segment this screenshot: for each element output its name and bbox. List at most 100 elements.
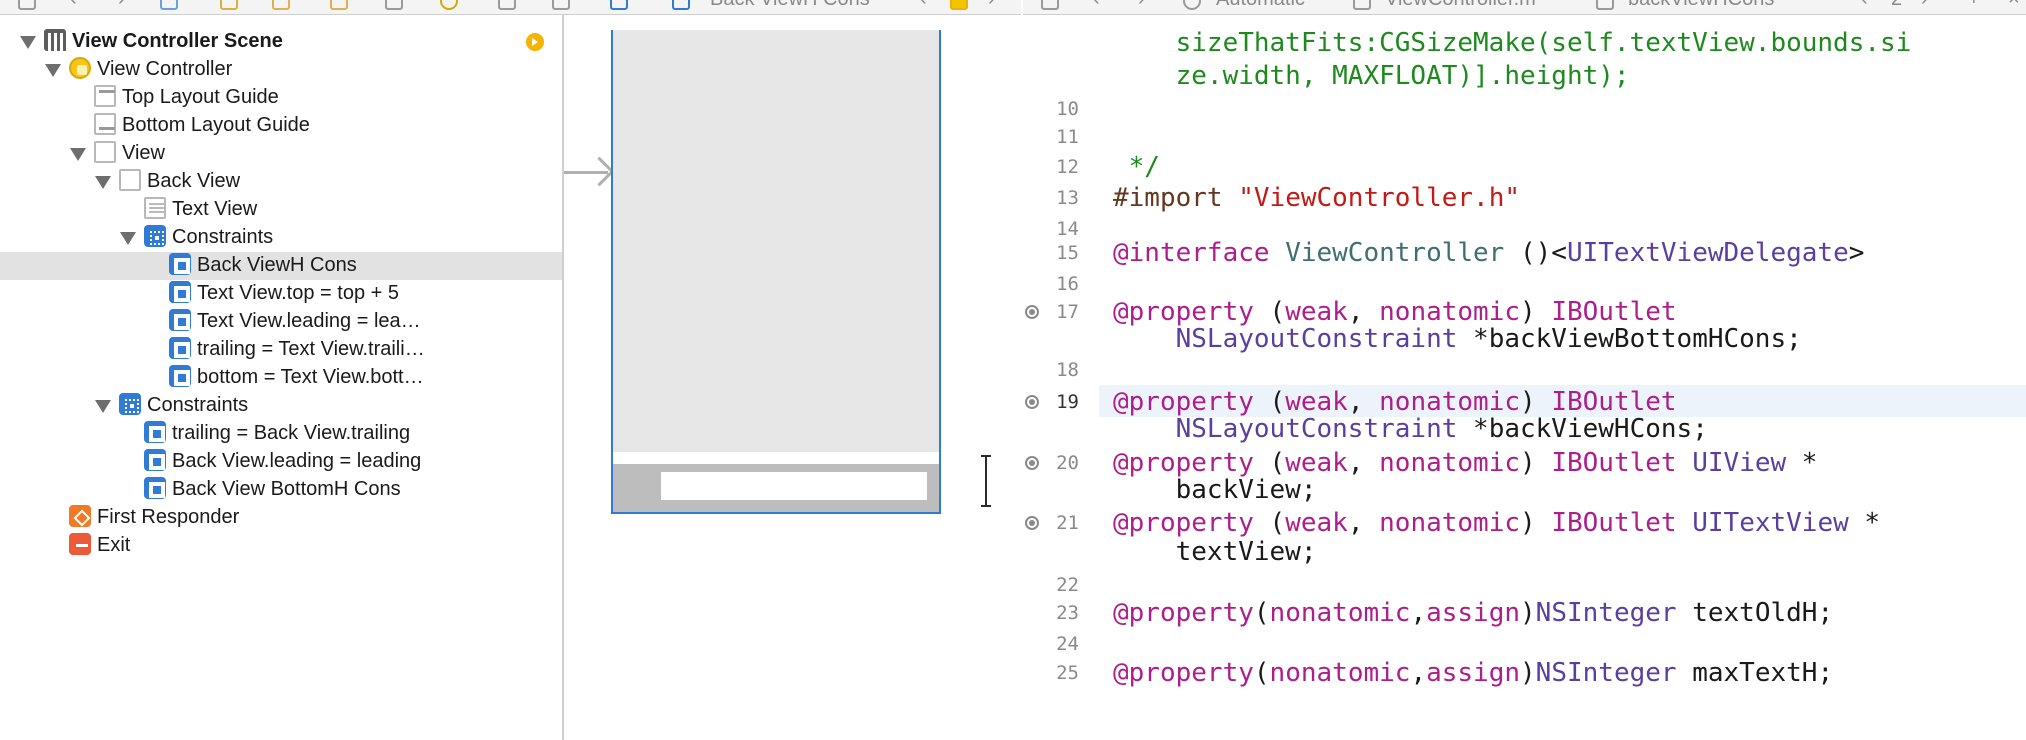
outline-row[interactable]: First Responder: [0, 504, 562, 532]
outline-row[interactable]: Text View: [0, 196, 562, 224]
back-view-breadcrumb-icon[interactable]: [552, 0, 570, 10]
view-controller-frame[interactable]: [611, 30, 941, 514]
constraints-breadcrumb-icon[interactable]: [610, 0, 628, 10]
forward-arrow-icon[interactable]: ›: [1138, 0, 1145, 11]
view-controller-breadcrumb-icon[interactable]: [440, 0, 458, 10]
related-items-icon[interactable]: [1041, 0, 1059, 10]
layout-guide-icon: [94, 113, 116, 135]
outline-row[interactable]: Bottom Layout Guide: [0, 112, 562, 140]
constraint-icon: [144, 421, 166, 443]
close-editor-icon[interactable]: ×: [2008, 0, 2020, 11]
outline-row-label: Back View BottomH Cons: [172, 478, 401, 500]
file-breadcrumb[interactable]: ViewController.m: [1385, 0, 1536, 11]
scene-breadcrumb-icon[interactable]: [385, 0, 403, 10]
outline-row[interactable]: Text View.leading = lea…: [0, 308, 562, 336]
outline-row[interactable]: Back ViewH Cons: [0, 252, 562, 280]
constraint-icon: [169, 309, 191, 331]
storyboard-file-icon[interactable]: [330, 0, 348, 10]
constraint-icon: [169, 365, 191, 387]
outline-row-label: Top Layout Guide: [122, 86, 279, 108]
automatic-icon[interactable]: [1183, 0, 1201, 10]
code-line: sizeThatFits:CGSizeMake(self.textView.bo…: [1113, 28, 1912, 58]
disclosure-triangle-icon[interactable]: [95, 176, 111, 189]
outline-row-label: trailing = Back View.trailing: [172, 422, 411, 444]
m-file-icon[interactable]: [1353, 0, 1371, 10]
project-icon[interactable]: [160, 0, 178, 10]
jump-bar-right: ‹ › Automatic ViewController.m backViewH…: [1023, 0, 2026, 15]
disclosure-triangle-icon[interactable]: [20, 36, 36, 49]
outline-row[interactable]: bottom = Text View.bott…: [0, 364, 562, 392]
assistant-mode[interactable]: Automatic: [1216, 0, 1305, 11]
outline-row[interactable]: Back View: [0, 168, 562, 196]
warning-icon[interactable]: [950, 0, 968, 10]
constraints-icon: [119, 393, 141, 415]
constraint-icon: [169, 281, 191, 303]
outline-row[interactable]: trailing = Text View.traili…: [0, 336, 562, 364]
outline-row-label: View Controller: [97, 58, 233, 80]
outline-row-label: Text View: [172, 198, 258, 220]
back-arrow-icon[interactable]: ‹: [1093, 0, 1100, 11]
line-number: 15: [1056, 242, 1079, 264]
prev-issue-icon[interactable]: ‹: [920, 0, 927, 11]
disclosure-triangle-icon[interactable]: [120, 232, 136, 245]
forward-arrow-icon[interactable]: ›: [118, 0, 125, 11]
storyboard-canvas[interactable]: [564, 15, 1021, 740]
constraint-icon: [144, 477, 166, 499]
back-arrow-icon[interactable]: ‹: [70, 0, 77, 11]
outline-row[interactable]: View: [0, 140, 562, 168]
view-controller-icon: [69, 57, 91, 79]
disclosure-triangle-icon[interactable]: [45, 64, 61, 77]
outline-row[interactable]: Back View BottomH Cons: [0, 476, 562, 504]
view-icon: [119, 169, 141, 191]
storyboard-icon[interactable]: [272, 0, 290, 10]
outline-row[interactable]: View Controller: [0, 56, 562, 84]
outline-row[interactable]: View Controller Scene: [0, 28, 562, 56]
go-to-scene-icon[interactable]: [526, 33, 544, 51]
next-counterpart-icon[interactable]: ›: [1921, 0, 1928, 11]
outline-row[interactable]: trailing = Back View.trailing: [0, 420, 562, 448]
outline-row[interactable]: Text View.top = top + 5: [0, 280, 562, 308]
line-number: 22: [1056, 574, 1079, 596]
outline-row-label: Constraints: [172, 226, 274, 248]
counterpart-count: 2: [1891, 0, 1902, 11]
resize-cursor-icon: [981, 455, 991, 507]
folder-icon[interactable]: [220, 0, 238, 10]
add-editor-icon[interactable]: +: [1968, 0, 1980, 11]
next-issue-icon[interactable]: ›: [988, 0, 995, 11]
outlet-connection-icon[interactable]: [1025, 456, 1039, 470]
symbol-breadcrumb[interactable]: backViewHCons: [1628, 0, 1774, 11]
constraint-breadcrumb-icon[interactable]: [672, 0, 690, 10]
text-view[interactable]: [661, 472, 927, 500]
view-icon: [94, 141, 116, 163]
outlet-connection-icon[interactable]: [1025, 516, 1039, 530]
outline-row-label: Text View.leading = lea…: [197, 310, 421, 332]
code-editor[interactable]: sizeThatFits:CGSizeMake(self.textView.bo…: [1023, 15, 2026, 740]
code-line: NSLayoutConstraint *backViewHCons;: [1175, 414, 1708, 444]
outline-row[interactable]: Constraints: [0, 224, 562, 252]
code-line: backView;: [1113, 475, 1317, 505]
outline-row-label: First Responder: [97, 506, 240, 528]
code-line: NSLayoutConstraint *backViewBottomHCons;: [1175, 324, 1802, 354]
prev-counterpart-icon[interactable]: ‹: [1861, 0, 1868, 11]
back-view[interactable]: [613, 464, 939, 512]
view-breadcrumb-icon[interactable]: [498, 0, 516, 10]
code-line: */: [1113, 152, 1160, 182]
related-items-icon[interactable]: [18, 0, 36, 10]
outline-row-label: Text View.top = top + 5: [197, 282, 399, 304]
disclosure-triangle-icon[interactable]: [95, 400, 111, 413]
layout-guide-icon: [94, 85, 116, 107]
document-outline: View Controller Scene View Controller Top …: [0, 15, 564, 740]
outline-row[interactable]: Exit: [0, 532, 562, 560]
line-number: 13: [1056, 187, 1079, 209]
exit-icon: [69, 533, 91, 555]
outline-row[interactable]: Top Layout Guide: [0, 84, 562, 112]
outlet-connection-icon[interactable]: [1025, 395, 1039, 409]
outline-row[interactable]: Constraints: [0, 392, 562, 420]
disclosure-triangle-icon[interactable]: [70, 148, 86, 161]
property-icon[interactable]: [1596, 0, 1614, 10]
line-number: 23: [1056, 602, 1079, 624]
outline-row-label: trailing = Text View.traili…: [197, 338, 425, 360]
breadcrumb-current[interactable]: Back ViewH Cons: [710, 0, 870, 11]
outline-row[interactable]: Back View.leading = leading: [0, 448, 562, 476]
outlet-connection-icon[interactable]: [1025, 305, 1039, 319]
